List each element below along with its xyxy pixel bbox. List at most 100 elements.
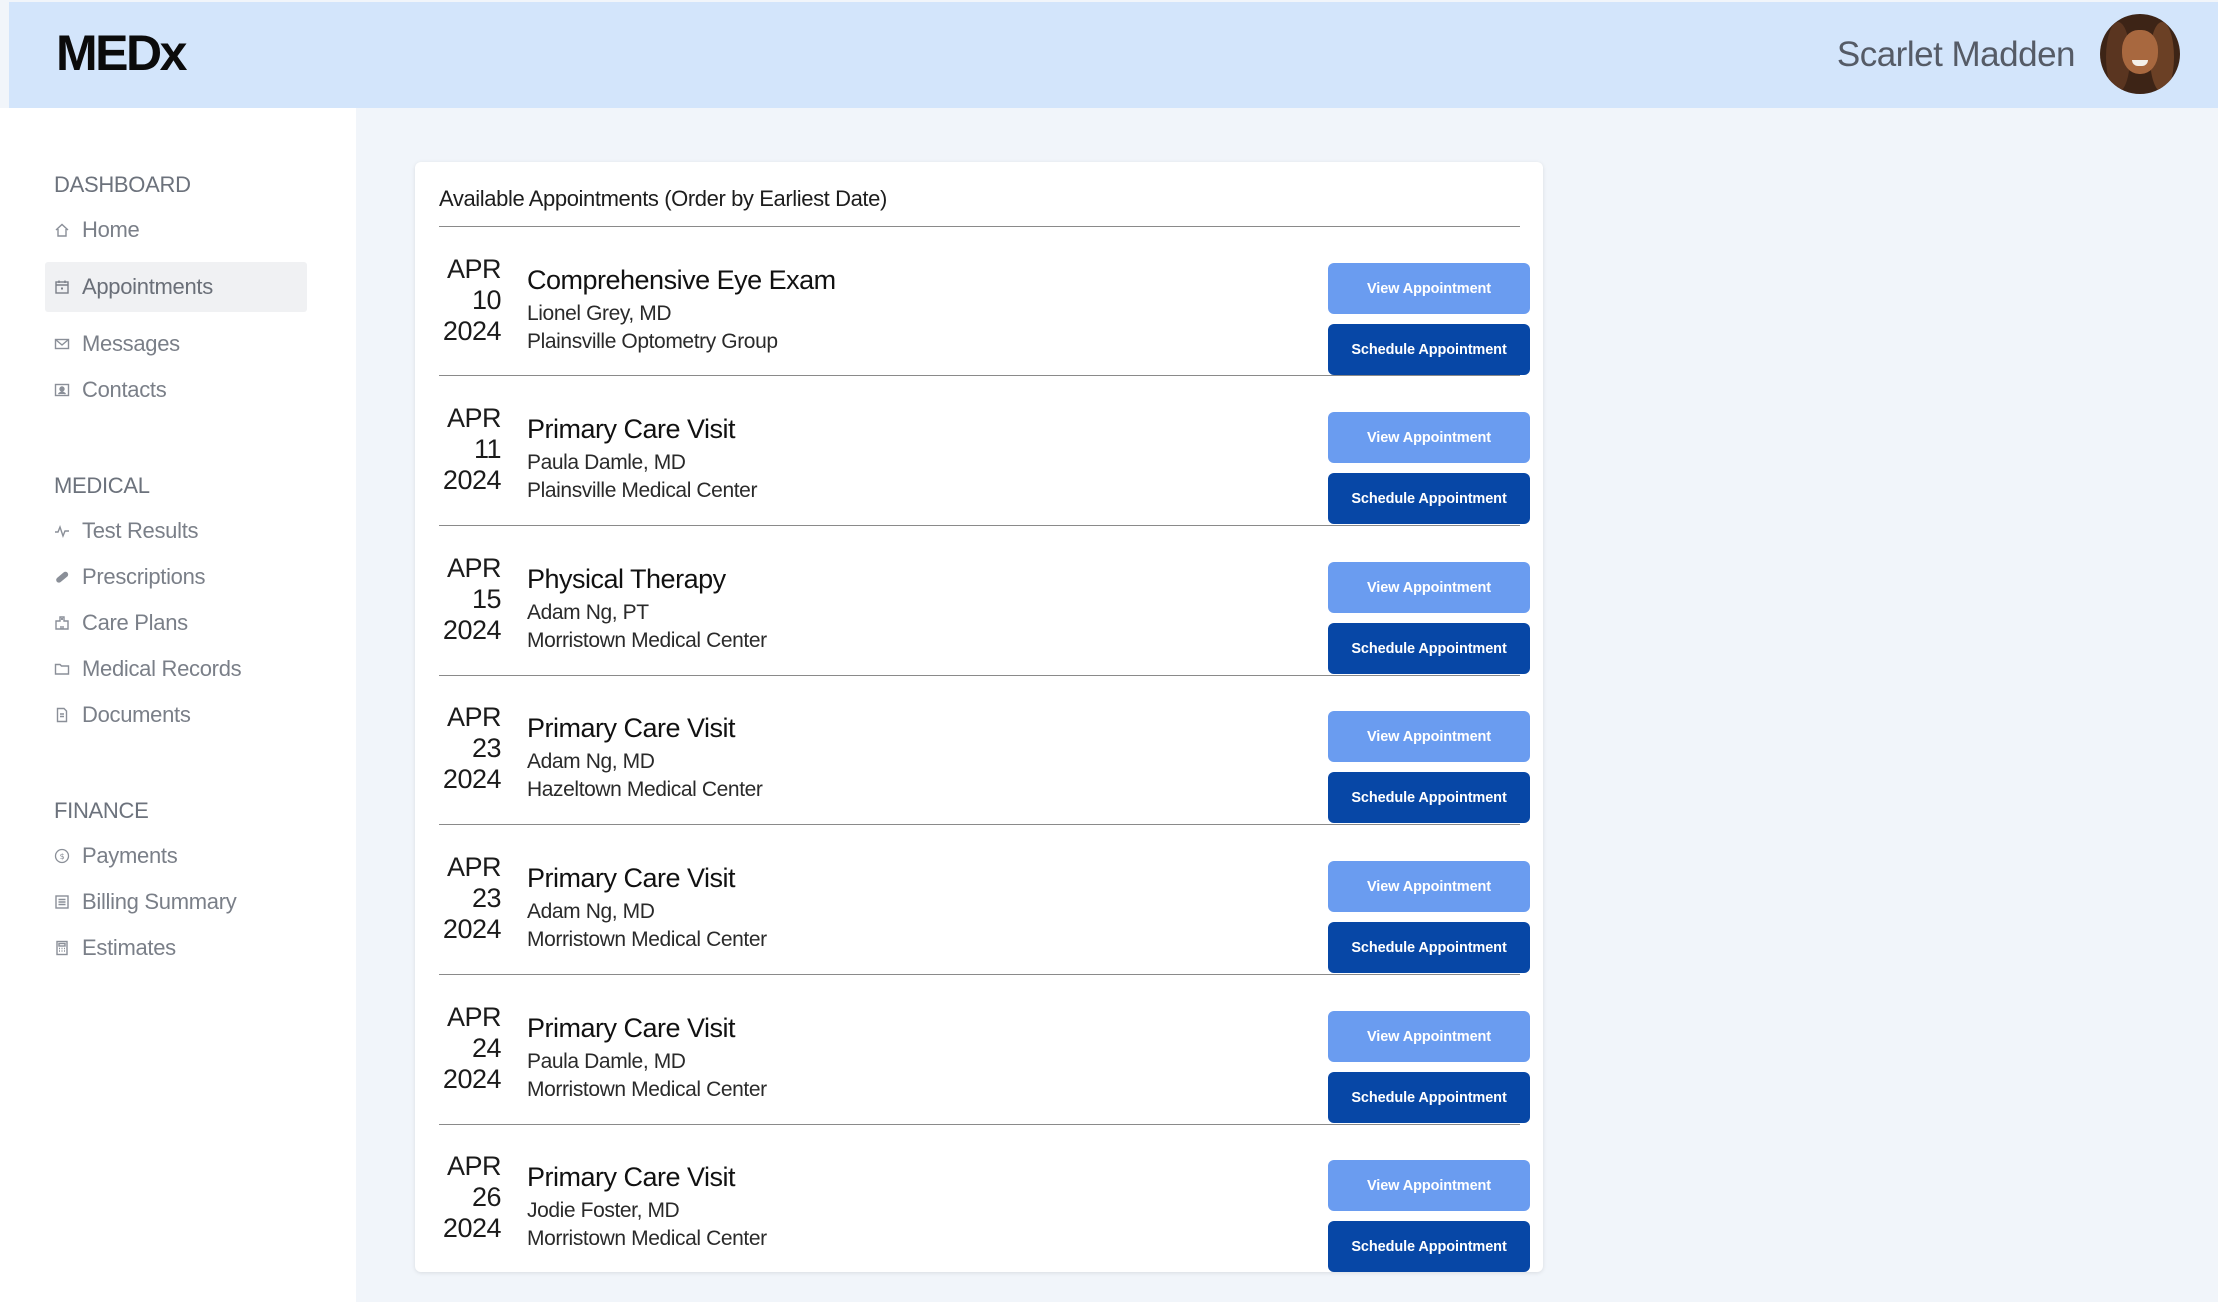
appointment-location: Morristown Medical Center	[527, 1078, 767, 1101]
schedule-appointment-button[interactable]: Schedule Appointment	[1328, 1221, 1530, 1272]
schedule-appointment-button[interactable]: Schedule Appointment	[1328, 922, 1530, 973]
view-appointment-button[interactable]: View Appointment	[1328, 263, 1530, 314]
schedule-appointment-button[interactable]: Schedule Appointment	[1328, 1072, 1530, 1123]
svg-text:$: $	[60, 852, 65, 861]
appointment-title: Primary Care Visit	[527, 1013, 736, 1043]
schedule-appointment-button[interactable]: Schedule Appointment	[1328, 473, 1530, 524]
appointment-day: 10	[471, 285, 502, 315]
user-avatar[interactable]	[2100, 14, 2180, 94]
appointment-day: 23	[471, 733, 502, 763]
sidebar-item-prescriptions[interactable]: Prescriptions	[45, 552, 307, 602]
section-title-medical: MEDICAL	[54, 473, 150, 498]
sidebar-item-label: Messages	[82, 331, 180, 356]
pill-icon	[54, 569, 70, 585]
appointment-day: 23	[471, 883, 502, 913]
appointment-month: APR	[446, 1151, 502, 1181]
appointment-location: Hazeltown Medical Center	[527, 778, 763, 801]
sidebar-item-label: Medical Records	[82, 656, 242, 681]
appointment-location: Plainsville Medical Center	[527, 479, 758, 502]
appointment-date: APR 23 2024	[439, 702, 502, 795]
appointment-day: 11	[473, 434, 502, 464]
sidebar-item-home[interactable]: Home	[45, 205, 307, 255]
home-icon	[54, 222, 70, 238]
sidebar: DASHBOARD Home Appointments Messages Con…	[0, 108, 356, 1302]
appointment-year: 2024	[442, 316, 502, 346]
appointment-month: APR	[446, 1002, 502, 1032]
appointment-year: 2024	[442, 764, 502, 794]
calculator-icon	[54, 940, 70, 956]
appointment-year: 2024	[442, 465, 502, 495]
appointment-title: Primary Care Visit	[527, 1162, 736, 1192]
appointment-title: Primary Care Visit	[527, 414, 736, 444]
pulse-icon	[54, 523, 70, 539]
dollar-coin-icon: $	[54, 848, 70, 864]
appointment-month: APR	[446, 403, 502, 433]
app-logo[interactable]: MEDx	[56, 24, 187, 82]
sidebar-item-appointments[interactable]: Appointments	[45, 262, 307, 312]
appointment-date: APR 10 2024	[439, 254, 502, 347]
section-title-finance: FINANCE	[54, 798, 149, 823]
schedule-appointment-button[interactable]: Schedule Appointment	[1328, 772, 1530, 823]
schedule-appointment-button[interactable]: Schedule Appointment	[1328, 623, 1530, 674]
appointment-title: Physical Therapy	[527, 564, 726, 594]
view-appointment-button[interactable]: View Appointment	[1328, 562, 1530, 613]
appointment-row: APR 10 2024 Comprehensive Eye Exam Lione…	[439, 254, 1530, 403]
divider	[439, 824, 1520, 825]
view-appointment-button[interactable]: View Appointment	[1328, 1160, 1530, 1211]
sidebar-item-label: Appointments	[82, 274, 213, 299]
sidebar-item-label: Payments	[82, 843, 178, 868]
view-appointment-button[interactable]: View Appointment	[1328, 861, 1530, 912]
appointment-provider: Adam Ng, MD	[527, 750, 655, 773]
appointment-month: APR	[446, 852, 502, 882]
appointment-month: APR	[446, 553, 502, 583]
appointment-row: APR 15 2024 Physical Therapy Adam Ng, PT…	[439, 553, 1530, 702]
hospital-icon	[54, 615, 70, 631]
sidebar-item-contacts[interactable]: Contacts	[45, 365, 307, 415]
sidebar-item-estimates[interactable]: Estimates	[45, 923, 307, 973]
sidebar-item-documents[interactable]: Documents	[45, 690, 307, 740]
sidebar-item-label: Contacts	[82, 377, 167, 402]
appointment-day: 24	[471, 1033, 502, 1063]
sidebar-item-messages[interactable]: Messages	[45, 319, 307, 369]
appointment-row: APR 11 2024 Primary Care Visit Paula Dam…	[439, 403, 1530, 552]
schedule-appointment-button[interactable]: Schedule Appointment	[1328, 324, 1530, 375]
sidebar-item-payments[interactable]: $ Payments	[45, 831, 307, 881]
appointment-month: APR	[446, 702, 502, 732]
appointment-provider: Lionel Grey, MD	[527, 302, 672, 325]
divider	[439, 1124, 1520, 1125]
appointment-title: Primary Care Visit	[527, 713, 736, 743]
sidebar-item-billing-summary[interactable]: Billing Summary	[45, 877, 307, 927]
appointment-title: Primary Care Visit	[527, 863, 736, 893]
appointment-location: Plainsville Optometry Group	[527, 330, 778, 353]
sidebar-item-test-results[interactable]: Test Results	[45, 506, 307, 556]
top-header: MEDx Scarlet Madden	[9, 2, 2218, 108]
contact-card-icon	[54, 382, 70, 398]
divider	[439, 974, 1520, 975]
view-appointment-button[interactable]: View Appointment	[1328, 1011, 1530, 1062]
appointments-card: Available Appointments (Order by Earlies…	[415, 162, 1543, 1272]
user-name[interactable]: Scarlet Madden	[1837, 35, 2076, 75]
appointment-row: APR 26 2024 Primary Care Visit Jodie Fos…	[439, 1151, 1530, 1300]
appointment-row: APR 23 2024 Primary Care Visit Adam Ng, …	[439, 702, 1530, 851]
view-appointment-button[interactable]: View Appointment	[1328, 711, 1530, 762]
section-title-dashboard: DASHBOARD	[54, 172, 191, 197]
sidebar-item-label: Documents	[82, 702, 191, 727]
appointment-date: APR 15 2024	[439, 553, 502, 646]
appointment-year: 2024	[442, 914, 502, 944]
view-appointment-button[interactable]: View Appointment	[1328, 412, 1530, 463]
sidebar-item-medical-records[interactable]: Medical Records	[45, 644, 307, 694]
sidebar-item-care-plans[interactable]: Care Plans	[45, 598, 307, 648]
sidebar-item-label: Test Results	[82, 518, 199, 543]
appointment-provider: Paula Damle, MD	[527, 1050, 686, 1073]
sidebar-item-label: Care Plans	[82, 610, 188, 635]
appointment-year: 2024	[442, 615, 502, 645]
appointment-provider: Jodie Foster, MD	[527, 1199, 680, 1222]
divider	[439, 375, 1520, 376]
page-title: Available Appointments (Order by Earlies…	[439, 186, 887, 211]
sidebar-item-label: Billing Summary	[82, 889, 237, 914]
sidebar-item-label: Estimates	[82, 935, 176, 960]
appointment-row: APR 24 2024 Primary Care Visit Paula Dam…	[439, 1002, 1530, 1151]
sidebar-item-label: Home	[82, 217, 140, 242]
document-icon	[54, 707, 70, 723]
appointment-provider: Adam Ng, PT	[527, 601, 649, 624]
